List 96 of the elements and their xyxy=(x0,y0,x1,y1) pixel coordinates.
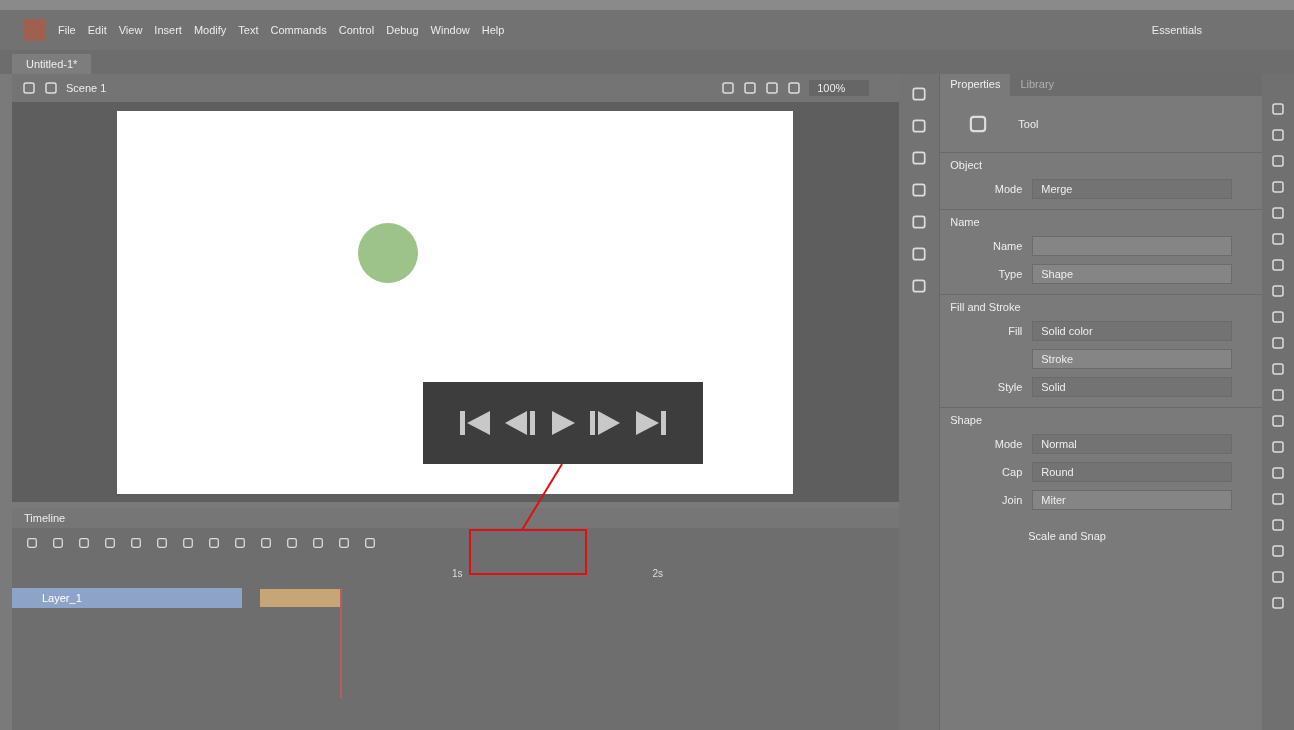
tool-icon[interactable] xyxy=(968,114,989,134)
field-label: Join xyxy=(1001,494,1023,506)
dropdown-field[interactable]: Solid color xyxy=(1032,321,1233,341)
symbol-icon[interactable] xyxy=(721,81,736,95)
scene-icon[interactable] xyxy=(44,81,58,95)
timeline-tool-icon[interactable] xyxy=(260,537,272,549)
tool-icon[interactable] xyxy=(1271,310,1285,324)
option-label[interactable]: Scale and Snap xyxy=(940,520,1263,542)
menu-item[interactable]: Help xyxy=(481,24,505,36)
document-tab[interactable]: Untitled-1* xyxy=(12,54,92,74)
tool-icon[interactable] xyxy=(1271,258,1285,272)
menu-item[interactable]: Insert xyxy=(154,24,182,36)
timeline-tool-icon[interactable] xyxy=(234,537,246,549)
menu-item[interactable]: View xyxy=(118,24,143,36)
menu-item[interactable]: File xyxy=(58,24,76,36)
layer-row[interactable]: Layer_1 xyxy=(12,588,242,608)
input-field[interactable] xyxy=(1032,236,1233,256)
center-icon[interactable] xyxy=(765,81,780,95)
field-label: Fill xyxy=(1007,325,1023,337)
timeline-tool-icon[interactable] xyxy=(26,537,38,549)
ruler-label: 1s xyxy=(452,567,463,579)
timeline-tool-icon[interactable] xyxy=(182,537,194,549)
menu-item[interactable]: Edit xyxy=(87,24,107,36)
timeline-tool-icon[interactable] xyxy=(312,537,324,549)
tool-icon[interactable] xyxy=(1271,232,1285,246)
panel-icon[interactable] xyxy=(911,118,928,134)
tool-icon[interactable] xyxy=(1271,180,1285,194)
input-field[interactable]: Stroke xyxy=(1032,349,1233,369)
timeline-tool-icon[interactable] xyxy=(364,537,376,549)
panel-icon[interactable] xyxy=(911,214,928,230)
tool-icon[interactable] xyxy=(1271,466,1285,480)
tool-icon[interactable] xyxy=(1271,596,1285,610)
field-label: Cap xyxy=(1001,466,1023,478)
timeline-tool-icon[interactable] xyxy=(338,537,350,549)
section-title[interactable]: Name xyxy=(950,216,1253,228)
field-label: Mode xyxy=(993,183,1023,195)
play-icon[interactable] xyxy=(549,408,577,438)
tool-icon[interactable] xyxy=(1271,206,1285,220)
tool-icon[interactable] xyxy=(1271,570,1285,584)
timeline-tool-icon[interactable] xyxy=(52,537,64,549)
menu-item[interactable]: Text xyxy=(238,24,259,36)
tool-icon[interactable] xyxy=(1271,154,1285,168)
dropdown-field[interactable]: Round xyxy=(1032,462,1233,482)
timeline-tool-icon[interactable] xyxy=(130,537,142,549)
menu-item[interactable]: Modify xyxy=(193,24,227,36)
go-to-first-frame-icon[interactable] xyxy=(457,408,493,438)
clip-icon[interactable] xyxy=(743,81,758,95)
scene-label: Scene 1 xyxy=(66,82,107,94)
input-field[interactable]: Shape xyxy=(1032,264,1233,284)
timeline-tool-icon[interactable] xyxy=(156,537,168,549)
input-field[interactable]: Miter xyxy=(1032,490,1233,510)
tool-icon[interactable] xyxy=(1271,362,1285,376)
workspace-switcher[interactable]: Essentials xyxy=(1151,24,1202,36)
leader-line xyxy=(521,463,563,531)
tool-icon[interactable] xyxy=(1271,388,1285,402)
panel-icon[interactable] xyxy=(911,246,928,262)
dropdown-field[interactable]: Merge xyxy=(1032,179,1233,199)
menu-item[interactable]: Control xyxy=(338,24,375,36)
tool-icon[interactable] xyxy=(1271,414,1285,428)
field-label: Name xyxy=(991,240,1023,252)
panel-tab[interactable]: Properties xyxy=(940,74,1011,96)
panel-heading: Tool xyxy=(1018,118,1039,130)
fit-icon[interactable] xyxy=(787,81,802,95)
panel-icon[interactable] xyxy=(911,278,928,294)
panel-tab[interactable]: Library xyxy=(1010,74,1065,96)
dropdown-field[interactable]: Solid xyxy=(1032,377,1233,397)
app-logo xyxy=(24,19,46,41)
timeline-tool-icon[interactable] xyxy=(208,537,220,549)
timeline-tool-icon[interactable] xyxy=(78,537,90,549)
ruler-label: 2s xyxy=(652,567,664,579)
panel-icon[interactable] xyxy=(911,182,928,198)
dropdown-field[interactable]: Normal xyxy=(1032,434,1233,454)
field-label: Type xyxy=(997,268,1023,280)
zoom-dropdown[interactable]: 100% xyxy=(809,80,870,96)
panel-title: Timeline xyxy=(24,512,66,524)
tool-icon[interactable] xyxy=(1271,284,1285,298)
menu-item[interactable]: Window xyxy=(430,24,470,36)
menu-item[interactable]: Debug xyxy=(386,24,419,36)
tool-icon[interactable] xyxy=(1271,336,1285,350)
timeline-tool-icon[interactable] xyxy=(104,537,116,549)
go-to-last-frame-icon[interactable] xyxy=(633,408,669,438)
tool-icon[interactable] xyxy=(1271,440,1285,454)
timeline-tool-icon[interactable] xyxy=(286,537,298,549)
panel-icon[interactable] xyxy=(911,150,928,166)
tool-icon[interactable] xyxy=(1271,518,1285,532)
field-label: Style xyxy=(996,381,1023,393)
panel-icon[interactable] xyxy=(911,86,928,102)
tool-icon[interactable] xyxy=(1271,102,1285,116)
section-title[interactable]: Shape xyxy=(950,414,1253,426)
field-label: Mode xyxy=(993,438,1023,450)
section-title[interactable]: Object xyxy=(950,159,1253,171)
menu-item[interactable]: Commands xyxy=(270,24,327,36)
tool-icon[interactable] xyxy=(1271,128,1285,142)
tool-icon[interactable] xyxy=(1271,544,1285,558)
section-title[interactable]: Fill and Stroke xyxy=(950,301,1253,313)
tool-icon[interactable] xyxy=(1271,492,1285,506)
